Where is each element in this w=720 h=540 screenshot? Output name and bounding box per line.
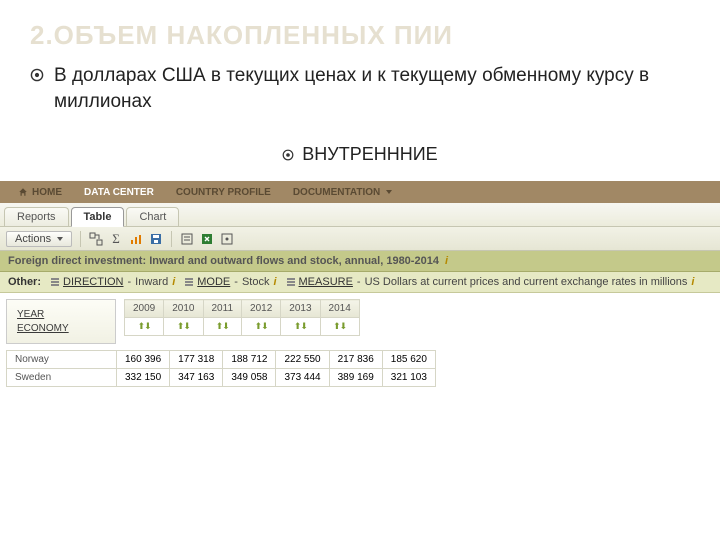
nav-home-label: HOME <box>32 187 62 198</box>
data-cell: 185 620 <box>382 351 435 369</box>
nav-data-center[interactable]: DATA CENTER <box>74 184 164 201</box>
data-cell: 347 163 <box>170 369 223 387</box>
nav-home[interactable]: HOME <box>8 184 72 201</box>
sub-bullet-text: ВНУТРЕНННИЕ <box>302 144 437 165</box>
export-excel-icon[interactable] <box>200 232 214 246</box>
sort-arrows-icon[interactable]: ⬆⬇ <box>177 321 190 331</box>
nav-country-profile[interactable]: COUNTRY PROFILE <box>166 184 281 201</box>
year-header[interactable]: 2009 <box>125 300 164 318</box>
data-values-table: Norway 160 396 177 318 188 712 222 550 2… <box>6 350 436 387</box>
info-icon[interactable]: i <box>445 255 448 267</box>
year-header[interactable]: 2014 <box>320 300 359 318</box>
tab-chart[interactable]: Chart <box>126 207 179 226</box>
export-csv-icon[interactable] <box>180 232 194 246</box>
info-icon[interactable]: i <box>172 276 175 288</box>
transpose-icon[interactable] <box>89 232 103 246</box>
actions-label: Actions <box>15 233 51 245</box>
data-cell: 389 169 <box>329 369 382 387</box>
separator <box>171 231 172 247</box>
info-icon[interactable]: i <box>691 276 694 288</box>
data-area: YEAR ECONOMY 2009 2010 2011 2012 2013 20… <box>0 293 720 350</box>
data-cell: 332 150 <box>117 369 170 387</box>
year-header[interactable]: 2011 <box>203 300 242 318</box>
economy-label: Sweden <box>7 369 117 387</box>
sort-arrows-icon[interactable]: ⬆⬇ <box>333 321 346 331</box>
data-cell: 222 550 <box>276 351 329 369</box>
data-cell: 177 318 <box>170 351 223 369</box>
sort-arrows-icon[interactable]: ⬆⬇ <box>294 321 307 331</box>
data-cell: 188 712 <box>223 351 276 369</box>
nav-documentation[interactable]: DOCUMENTATION <box>283 184 402 201</box>
drag-handle-icon[interactable] <box>287 278 295 286</box>
tab-reports[interactable]: Reports <box>4 207 69 226</box>
filter-direction-value: Inward <box>135 276 168 288</box>
filter-measure-value: US Dollars at current prices and current… <box>365 276 688 288</box>
data-cell: 160 396 <box>117 351 170 369</box>
data-cell: 373 444 <box>276 369 329 387</box>
table-sort-row: ⬆⬇ ⬆⬇ ⬆⬇ ⬆⬇ ⬆⬇ ⬆⬇ <box>125 318 360 336</box>
chevron-down-icon <box>386 190 392 194</box>
dimension-box: YEAR ECONOMY <box>6 299 116 344</box>
save-icon[interactable] <box>149 232 163 246</box>
slide-title: 2.ОБЪЕМ НАКОПЛЕННЫХ ПИИ <box>30 20 690 51</box>
drag-handle-icon[interactable] <box>51 278 59 286</box>
sort-arrows-icon[interactable]: ⬆⬇ <box>138 321 151 331</box>
sort-arrows-icon[interactable]: ⬆⬇ <box>255 321 268 331</box>
data-cell: 321 103 <box>382 369 435 387</box>
filter-bar: Other: DIRECTION - Inward i MODE - Stock… <box>0 272 720 293</box>
filter-direction[interactable]: DIRECTION - Inward i <box>51 276 175 288</box>
filter-mode-name[interactable]: MODE <box>197 276 230 288</box>
dim-economy-link[interactable]: ECONOMY <box>17 323 105 334</box>
chart-icon[interactable] <box>129 232 143 246</box>
info-icon[interactable]: i <box>273 276 276 288</box>
economy-label: Norway <box>7 351 117 369</box>
chevron-down-icon <box>57 237 63 241</box>
table-row: Norway 160 396 177 318 188 712 222 550 2… <box>7 351 436 369</box>
filter-direction-name[interactable]: DIRECTION <box>63 276 124 288</box>
dim-year-link[interactable]: YEAR <box>17 309 105 320</box>
separator <box>80 231 81 247</box>
toolbar: Actions Σ <box>0 227 720 251</box>
sub-bullet-row: ВНУТРЕНННИЕ <box>30 144 690 165</box>
filter-other-label: Other: <box>8 276 41 288</box>
bullet-icon <box>282 149 294 161</box>
drag-handle-icon[interactable] <box>185 278 193 286</box>
filter-measure-name[interactable]: MEASURE <box>299 276 353 288</box>
year-header[interactable]: 2013 <box>281 300 320 318</box>
year-header[interactable]: 2012 <box>242 300 281 318</box>
table-row: Sweden 332 150 347 163 349 058 373 444 3… <box>7 369 436 387</box>
data-table: 2009 2010 2011 2012 2013 2014 ⬆⬇ ⬆⬇ ⬆⬇ ⬆… <box>124 299 360 336</box>
tab-table[interactable]: Table <box>71 207 125 227</box>
sort-arrows-icon[interactable]: ⬆⬇ <box>216 321 229 331</box>
home-icon <box>18 187 28 197</box>
nav-bar: HOME DATA CENTER COUNTRY PROFILE DOCUMEN… <box>0 181 720 203</box>
table-header-row: 2009 2010 2011 2012 2013 2014 <box>125 300 360 318</box>
bullet-icon <box>30 68 44 82</box>
sigma-icon[interactable]: Σ <box>109 232 123 246</box>
data-cell: 349 058 <box>223 369 276 387</box>
dataset-title: Foreign direct investment: Inward and ou… <box>8 255 439 267</box>
tab-strip: Reports Table Chart <box>0 203 720 227</box>
year-header[interactable]: 2010 <box>164 300 203 318</box>
dataset-title-bar: Foreign direct investment: Inward and ou… <box>0 251 720 272</box>
filter-mode[interactable]: MODE - Stock i <box>185 276 276 288</box>
filter-measure[interactable]: MEASURE - US Dollars at current prices a… <box>287 276 695 288</box>
filter-mode-value: Stock <box>242 276 270 288</box>
export-sdmx-icon[interactable] <box>220 232 234 246</box>
bullet-row: В долларах США в текущих ценах и к текущ… <box>30 63 690 114</box>
data-cell: 217 836 <box>329 351 382 369</box>
bullet-text: В долларах США в текущих ценах и к текущ… <box>54 63 690 114</box>
actions-button[interactable]: Actions <box>6 231 72 247</box>
